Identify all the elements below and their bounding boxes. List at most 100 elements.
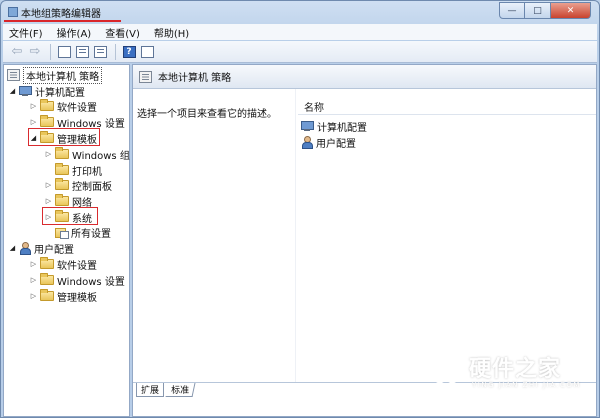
tree-item-label: 打印机 (72, 166, 102, 178)
expand-triangle-icon[interactable]: ▷ (44, 197, 53, 205)
policy-icon (139, 70, 152, 83)
export-list-button[interactable] (92, 44, 108, 60)
tree-item-label: 软件设置 (57, 102, 97, 114)
collapse-triangle-icon[interactable]: ◢ (8, 244, 17, 252)
app-icon (8, 7, 18, 17)
title-bar[interactable]: 本地组策略编辑器 — □ ✕ (1, 1, 599, 23)
expand-triangle-icon[interactable]: ▷ (29, 276, 38, 284)
toolbar-separator (50, 43, 51, 60)
tree-item-windows-components[interactable]: ▷ Windows 组 (44, 147, 130, 162)
folder-icon (55, 163, 69, 175)
tree-item-computer-config[interactable]: ◢ 计算机配置 (8, 84, 85, 99)
user-icon (19, 242, 31, 255)
expand-triangle-icon[interactable]: ▷ (29, 102, 38, 110)
expand-triangle-icon[interactable]: ▷ (44, 150, 53, 158)
computer-icon (19, 85, 32, 97)
window-controls: — □ ✕ (499, 2, 591, 19)
tree-item-label: 所有设置 (71, 228, 111, 240)
main-window: 本地组策略编辑器 — □ ✕ 文件(F) 操作(A) 查看(V) 帮助(H) ⇦… (0, 0, 600, 418)
show-hide-tree-icon (57, 45, 71, 58)
view-icon (140, 45, 154, 58)
list-item-computer-config[interactable]: 计算机配置 (301, 119, 367, 134)
folder-icon (55, 178, 69, 190)
menu-action[interactable]: 操作(A) (57, 25, 92, 40)
folder-icon (55, 147, 69, 159)
tree-item-control-panel[interactable]: ▷ 控制面板 (44, 178, 112, 193)
menu-help[interactable]: 帮助(H) (154, 25, 189, 40)
tree-item-cc-windows[interactable]: ▷ Windows 设置 (29, 115, 125, 130)
tree-item-label: Windows 组 (72, 150, 130, 162)
toolbar-separator (115, 43, 116, 60)
menu-view[interactable]: 查看(V) (105, 25, 140, 40)
tree-item-label: Windows 设置 (57, 276, 125, 288)
export-list-icon (93, 45, 107, 58)
title-highlight-underline (4, 20, 121, 22)
highlight-box-admin-templates (28, 128, 100, 146)
tab-standard-label: 标准 (171, 386, 190, 396)
list-item-label: 计算机配置 (317, 122, 367, 134)
window-title: 本地组策略编辑器 (21, 9, 101, 20)
show-hide-tree-button[interactable] (56, 44, 72, 60)
content-header: 本地计算机 策略 (133, 65, 596, 89)
toolbar: ⇦ ⇨ ? (3, 41, 597, 63)
collapse-triangle-icon[interactable]: ◢ (8, 87, 17, 95)
watermark-logo-icon (429, 349, 463, 387)
tree-pane[interactable]: 本地计算机 策略 ◢ 计算机配置 ▷ 软件设置 ▷ Windows 设置 ◢ 管… (3, 64, 130, 417)
tree-item-uc-admin[interactable]: ▷ 管理模板 (29, 289, 97, 304)
all-settings-icon (55, 227, 69, 239)
tree-item-root[interactable]: 本地计算机 策略 (7, 66, 103, 84)
tree-item-label: 控制面板 (72, 181, 112, 193)
tree-item-cc-software[interactable]: ▷ 软件设置 (29, 99, 97, 114)
back-arrow-icon: ⇦ (11, 44, 23, 59)
forward-button[interactable]: ⇨ (27, 44, 43, 60)
close-button[interactable]: ✕ (551, 2, 591, 19)
folder-icon (40, 273, 54, 285)
menu-file[interactable]: 文件(F) (9, 25, 43, 40)
maximize-button[interactable]: □ (525, 2, 551, 19)
folder-icon (40, 99, 54, 111)
watermark-text: 硬件之家 (469, 357, 562, 382)
description-text: 选择一个项目来查看它的描述。 (137, 109, 277, 120)
watermark-subtext: YING JIAN ZHI JIA.COM (472, 381, 581, 389)
tree-item-network[interactable]: ▷ 网络 (44, 194, 92, 209)
watermark: 硬件之家 YING JIAN ZHI JIA.COM (429, 349, 589, 401)
view-button[interactable] (139, 44, 155, 60)
tree-item-label: 计算机配置 (35, 87, 85, 99)
content-title: 本地计算机 策略 (158, 73, 232, 84)
tree-item-user-config[interactable]: ◢ 用户配置 (8, 241, 74, 256)
expand-triangle-icon[interactable]: ▷ (29, 260, 38, 268)
properties-icon (75, 45, 89, 58)
tree-item-printers[interactable]: 打印机 (55, 163, 102, 178)
folder-icon (40, 115, 54, 127)
list-item-label: 用户配置 (316, 138, 356, 150)
column-divider (295, 89, 296, 382)
folder-icon (40, 257, 54, 269)
computer-icon (301, 120, 314, 132)
tab-standard[interactable]: 标准 (165, 383, 196, 397)
properties-button[interactable] (74, 44, 90, 60)
expand-triangle-icon[interactable]: ▷ (29, 292, 38, 300)
column-header-name[interactable]: 名称 (298, 99, 596, 115)
expand-triangle-icon[interactable]: ▷ (29, 118, 38, 126)
tree-item-all-settings[interactable]: 所有设置 (55, 225, 111, 240)
tree-item-uc-windows[interactable]: ▷ Windows 设置 (29, 273, 125, 288)
list-item-user-config[interactable]: 用户配置 (301, 135, 356, 150)
menu-bar: 文件(F) 操作(A) 查看(V) 帮助(H) (3, 24, 597, 40)
tree-item-label: 管理模板 (57, 292, 97, 304)
back-button[interactable]: ⇦ (9, 44, 25, 60)
folder-icon (55, 194, 69, 206)
forward-arrow-icon: ⇨ (29, 44, 41, 59)
folder-icon (40, 289, 54, 301)
user-icon (301, 136, 313, 149)
tree-item-label: 软件设置 (57, 260, 97, 272)
help-button[interactable]: ? (121, 44, 137, 60)
policy-icon (7, 69, 20, 81)
help-icon: ? (122, 45, 136, 58)
tree-item-uc-software[interactable]: ▷ 软件设置 (29, 257, 97, 272)
tab-extended[interactable]: 扩展 (136, 383, 165, 397)
expand-triangle-icon[interactable]: ▷ (44, 181, 53, 189)
tree-item-label: 本地计算机 策略 (23, 66, 103, 84)
highlight-box-system (42, 207, 98, 225)
minimize-button[interactable]: — (499, 2, 525, 19)
tree-item-label: 用户配置 (34, 244, 74, 256)
